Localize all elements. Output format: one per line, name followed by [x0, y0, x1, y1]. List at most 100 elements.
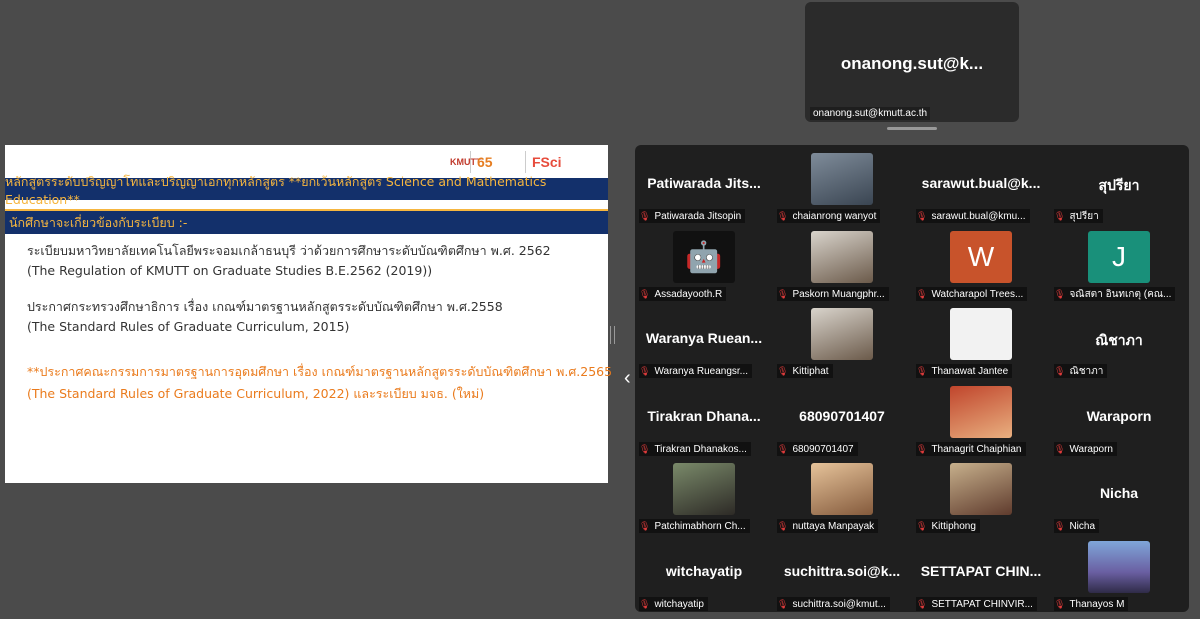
participant-display-name: Nicha — [1099, 485, 1139, 501]
participant-tile[interactable]: Tirakran Dhana... 🎙 Tirakran Dhanakos... — [635, 378, 773, 456]
participant-label-text: Paskorn Muangphr... — [792, 288, 885, 300]
participant-label-text: Waranya Rueangsr... — [654, 365, 749, 377]
participant-label-text: suchittra.soi@kmut... — [792, 598, 886, 610]
participant-tile[interactable]: 🎙 Paskorn Muangphr... — [773, 223, 911, 301]
prev-page-icon[interactable]: ‹ — [624, 367, 631, 390]
participant-label-text: ณิชาภา — [1069, 365, 1104, 377]
participant-label-text: witchayatip — [654, 598, 704, 610]
participant-label-text: Patiwarada Jitsopin — [654, 210, 742, 222]
participant-tile[interactable]: 68090701407 🎙 68090701407 — [773, 378, 911, 456]
participant-tile[interactable]: SETTAPAT CHIN... 🎙 SETTAPAT CHINVIR... — [912, 533, 1050, 611]
participant-label-text: จณิสตา อินทเกตุ (คณ... — [1069, 288, 1172, 300]
participant-label-text: SETTAPAT CHINVIR... — [931, 598, 1033, 610]
participant-label-text: Thanayos M — [1069, 598, 1125, 610]
participant-label-text: chaianrong wanyot — [792, 210, 877, 222]
participant-name-label: 🎙 Patchimabhorn Ch... — [639, 519, 750, 533]
mic-muted-icon: 🎙 — [639, 598, 651, 609]
mic-muted-icon: 🎙 — [777, 365, 789, 376]
participant-display-name: Patiwarada Jits... — [647, 175, 761, 191]
participant-tile[interactable]: Patiwarada Jits... 🎙 Patiwarada Jitsopin — [635, 145, 773, 223]
participant-tile[interactable]: J 🎙 จณิสตา อินทเกตุ (คณ... — [1050, 223, 1188, 301]
participant-avatar: 🤖 — [673, 231, 735, 283]
participant-display-name: Tirakran Dhana... — [647, 408, 761, 424]
participant-tile[interactable]: 🤖 🎙 Assadayooth.R — [635, 223, 773, 301]
participant-avatar — [811, 153, 873, 205]
participant-name-label: 🎙 SETTAPAT CHINVIR... — [916, 597, 1037, 611]
slide-subheading-band: นักศึกษาจะเกี่ยวข้องกับระเบียบ :- — [5, 209, 608, 234]
participant-display-name: ณิชาภา — [1095, 332, 1143, 348]
participant-tile[interactable]: 🎙 Thanawat Jantee — [912, 300, 1050, 378]
participant-tile[interactable]: 🎙 Kittiphong — [912, 455, 1050, 533]
participant-display-name: 68090701407 — [799, 408, 885, 424]
resize-handle[interactable] — [887, 127, 937, 130]
participant-name-label: 🎙 Thanawat Jantee — [916, 364, 1013, 378]
participant-tile[interactable]: Nicha 🎙 Nicha — [1050, 455, 1188, 533]
participant-display-name: Waranya Ruean... — [645, 330, 763, 346]
participant-tile[interactable]: 🎙 Thanayos M — [1050, 533, 1188, 611]
splitter-handle[interactable] — [610, 326, 615, 344]
participant-tile[interactable]: sarawut.bual@k... 🎙 sarawut.bual@kmu... — [912, 145, 1050, 223]
participant-tile[interactable]: สุปรียา 🎙 สุปรียา — [1050, 145, 1188, 223]
mic-muted-icon: 🎙 — [916, 520, 928, 531]
participant-name-label: 🎙 ณิชาภา — [1054, 364, 1108, 378]
robot-icon: 🤖 — [685, 240, 723, 274]
participant-display-name: SETTAPAT CHIN... — [920, 563, 1042, 579]
participant-tile[interactable]: suchittra.soi@k... 🎙 suchittra.soi@kmut... — [773, 533, 911, 611]
participant-name-label: 🎙 สุปรียา — [1054, 209, 1103, 223]
participant-label-text: Tirakran Dhanakos... — [654, 443, 747, 455]
participant-name-label: 🎙 Tirakran Dhanakos... — [639, 442, 751, 456]
mic-muted-icon: 🎙 — [916, 443, 928, 454]
participant-name-label: 🎙 Paskorn Muangphr... — [777, 287, 889, 301]
slide-line: **ประกาศคณะกรรมการมาตรฐานการอุดมศึกษา เร… — [27, 364, 613, 379]
participant-label-text: Watcharapol Trees... — [931, 288, 1024, 300]
participant-tile[interactable]: ณิชาภา 🎙 ณิชาภา — [1050, 300, 1188, 378]
slide-heading-band: หลักสูตรระดับปริญญาโทและปริญญาเอกทุกหลัก… — [5, 174, 608, 207]
participant-label-text: Patchimabhorn Ch... — [654, 520, 746, 532]
mic-muted-icon: 🎙 — [777, 520, 789, 531]
participant-avatar: J — [1088, 231, 1150, 283]
participant-name-label: 🎙 nuttaya Manpayak — [777, 519, 879, 533]
participant-avatar — [950, 308, 1012, 360]
participant-label-text: Kittiphong — [931, 520, 976, 532]
fsci-logo: FSci — [532, 154, 562, 170]
participant-tile[interactable]: Waranya Ruean... 🎙 Waranya Rueangsr... — [635, 300, 773, 378]
participant-avatar: W — [950, 231, 1012, 283]
mic-muted-icon: 🎙 — [1054, 365, 1066, 376]
participant-name-label: 🎙 Waraporn — [1054, 442, 1117, 456]
participant-tile[interactable]: 🎙 Kittiphat — [773, 300, 911, 378]
participant-display-name: witchayatip — [665, 563, 743, 579]
participant-avatar — [950, 386, 1012, 438]
speaker-name: onanong.sut@k... — [840, 54, 984, 73]
mic-muted-icon: 🎙 — [916, 365, 928, 376]
mic-muted-icon: 🎙 — [1054, 210, 1066, 221]
participant-label-text: Assadayooth.R — [654, 288, 723, 300]
slide-line: (The Standard Rules of Graduate Curricul… — [27, 319, 350, 334]
participant-tile[interactable]: 🎙 Thanagrit Chaiphian — [912, 378, 1050, 456]
mic-muted-icon: 🎙 — [916, 210, 928, 221]
mic-muted-icon: 🎙 — [639, 365, 651, 376]
mic-muted-icon: 🎙 — [916, 598, 928, 609]
participant-name-label: 🎙 Nicha — [1054, 519, 1100, 533]
participant-name-label: 🎙 Waranya Rueangsr... — [639, 364, 753, 378]
participant-tile[interactable]: 🎙 nuttaya Manpayak — [773, 455, 911, 533]
anniversary-logo: 65 — [477, 151, 526, 173]
participant-name-label: 🎙 Assadayooth.R — [639, 287, 727, 301]
participant-avatar — [950, 463, 1012, 515]
mic-muted-icon: 🎙 — [639, 288, 651, 299]
participant-tile[interactable]: W 🎙 Watcharapol Trees... — [912, 223, 1050, 301]
shared-screen-slide: KMUTT 65 FSci หลักสูตรระดับปริญญาโทและปร… — [5, 145, 612, 483]
mic-muted-icon: 🎙 — [777, 288, 789, 299]
participant-name-label: 🎙 sarawut.bual@kmu... — [916, 209, 1030, 223]
participant-tile[interactable]: witchayatip 🎙 witchayatip — [635, 533, 773, 611]
mic-muted-icon: 🎙 — [1054, 443, 1066, 454]
participant-name-label: 🎙 68090701407 — [777, 442, 858, 456]
participant-tile[interactable]: 🎙 Patchimabhorn Ch... — [635, 455, 773, 533]
active-speaker-tile[interactable]: onanong.sut@k... onanong.sut@kmutt.ac.th — [805, 2, 1019, 122]
participant-name-label: 🎙 จณิสตา อินทเกตุ (คณ... — [1054, 287, 1176, 301]
participant-label-text: nuttaya Manpayak — [792, 520, 875, 532]
participant-tile[interactable]: Waraporn 🎙 Waraporn — [1050, 378, 1188, 456]
participant-gallery: Patiwarada Jits... 🎙 Patiwarada Jitsopin 🎙 c… — [635, 145, 1189, 612]
participant-display-name: Waraporn — [1086, 408, 1152, 424]
participant-tile[interactable]: 🎙 chaianrong wanyot — [773, 145, 911, 223]
mic-muted-icon: 🎙 — [639, 210, 651, 221]
